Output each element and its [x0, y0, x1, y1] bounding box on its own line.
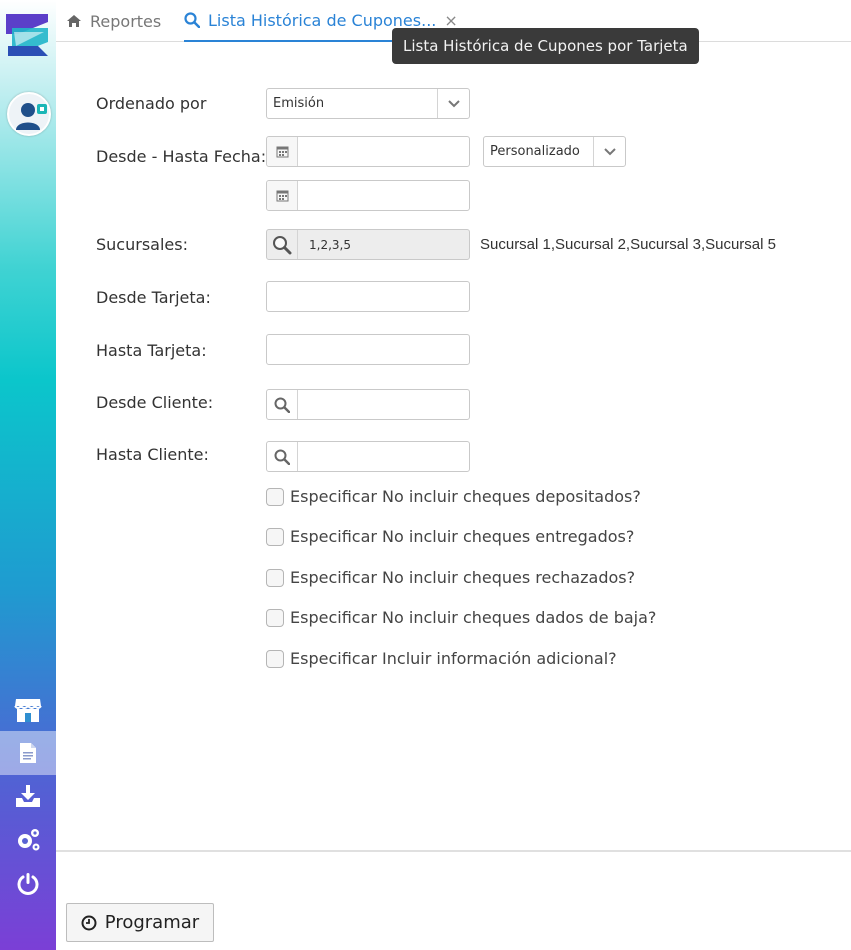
desde-tarjeta-field[interactable]	[266, 281, 470, 312]
home-icon	[66, 14, 82, 28]
fecha-range-select[interactable]: Personalizado	[483, 136, 626, 167]
hasta-tarjeta-field[interactable]	[266, 334, 470, 365]
zoom-search-icon[interactable]	[267, 230, 298, 259]
settings-icon[interactable]	[0, 818, 56, 862]
checkbox-label: Especificar No incluir cheques entregado…	[290, 527, 635, 546]
checkbox[interactable]	[266, 649, 284, 668]
checkbox-label: Especificar No incluir cheques rechazado…	[290, 568, 636, 587]
tab-tooltip: Lista Histórica de Cupones por Tarjeta	[392, 28, 699, 64]
desde-cliente-field[interactable]	[266, 389, 470, 420]
close-icon[interactable]: ×	[444, 11, 457, 30]
search-icon[interactable]	[267, 442, 298, 471]
hasta-cliente-label: Hasta Cliente:	[96, 445, 209, 464]
checkbox-row[interactable]: Especificar No incluir cheques depositad…	[266, 487, 641, 506]
ordenado-value: Emisión	[273, 96, 325, 111]
user-icon	[16, 103, 47, 130]
store-icon[interactable]	[0, 688, 56, 732]
ordenado-select[interactable]: Emisión	[266, 88, 470, 119]
sucursales-label: Sucursales:	[96, 235, 188, 254]
search-icon[interactable]	[267, 390, 298, 419]
user-avatar[interactable]	[7, 92, 51, 136]
programar-button[interactable]: Programar	[66, 903, 214, 942]
fecha-desde-field[interactable]	[266, 136, 470, 167]
chevron-down-icon	[437, 89, 469, 118]
checkbox-label: Especificar Incluir información adiciona…	[290, 649, 617, 668]
checkbox-row[interactable]: Especificar No incluir cheques dados de …	[266, 608, 656, 627]
checkbox-label: Especificar No incluir cheques depositad…	[290, 487, 641, 506]
document-icon[interactable]	[0, 731, 56, 775]
hasta-cliente-field[interactable]	[266, 441, 470, 472]
clock-icon	[81, 915, 97, 931]
search-icon	[184, 12, 200, 28]
power-icon[interactable]	[0, 862, 56, 906]
sucursales-field[interactable]: 1,2,3,5	[266, 229, 470, 260]
sidebar	[0, 0, 56, 950]
checkbox-row[interactable]: Especificar No incluir cheques entregado…	[266, 527, 634, 546]
tab-reportes-label: Reportes	[90, 11, 162, 31]
programar-label: Programar	[104, 912, 200, 933]
checkbox[interactable]	[266, 487, 284, 506]
checkbox[interactable]	[266, 568, 284, 587]
fecha-range-value: Personalizado	[490, 144, 580, 159]
chevron-down-icon	[593, 137, 625, 166]
download-icon[interactable]	[0, 774, 56, 818]
checkbox-label: Especificar No incluir cheques dados de …	[290, 608, 657, 627]
checkbox-row[interactable]: Especificar Incluir información adiciona…	[266, 649, 617, 668]
checkbox[interactable]	[266, 608, 284, 627]
desde-cliente-label: Desde Cliente:	[96, 393, 214, 412]
desde-tarjeta-label: Desde Tarjeta:	[96, 288, 211, 307]
hasta-tarjeta-label: Hasta Tarjeta:	[96, 341, 207, 360]
checkbox[interactable]	[266, 527, 284, 546]
fecha-label: Desde - Hasta Fecha:	[96, 147, 267, 166]
sucursales-value: 1,2,3,5	[309, 238, 351, 252]
checkbox-row[interactable]: Especificar No incluir cheques rechazado…	[266, 568, 635, 587]
tab-lista-historica-label: Lista Histórica de Cupones...	[208, 10, 437, 30]
calendar-icon[interactable]	[267, 181, 298, 210]
fecha-hasta-field[interactable]	[266, 180, 470, 211]
calendar-icon[interactable]	[267, 137, 298, 166]
app-logo[interactable]	[4, 12, 52, 60]
footer-divider	[56, 850, 851, 852]
sucursales-names: Sucursal 1,Sucursal 2,Sucursal 3,Sucursa…	[480, 236, 776, 253]
tab-reportes[interactable]: Reportes	[66, 0, 161, 42]
ordenado-label: Ordenado por	[96, 94, 207, 113]
